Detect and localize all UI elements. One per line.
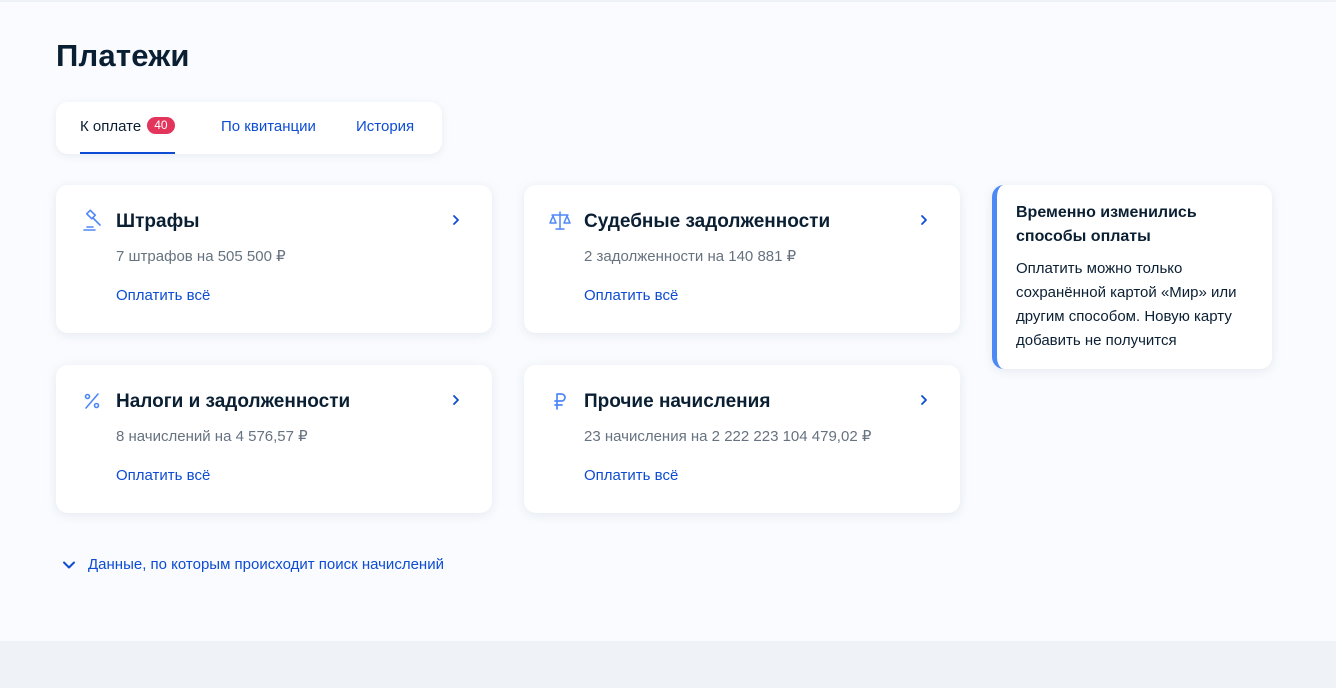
payment-methods-notice: Временно изменились способы оплаты Оплат… xyxy=(992,185,1272,369)
card-summary: 8 начислений на 4 576,57 ₽ xyxy=(116,428,308,445)
chevron-down-icon xyxy=(63,561,75,569)
tab-count-badge: 40 xyxy=(147,117,175,135)
chevron-right-icon xyxy=(453,395,459,405)
tab-history[interactable]: История xyxy=(356,102,414,154)
search-data-label: Данные, по которым происходит поиск начи… xyxy=(88,556,444,573)
chevron-right-icon xyxy=(921,215,927,225)
court-debts-card[interactable]: Судебные задолженности 2 задолженности н… xyxy=(524,185,960,333)
taxes-card[interactable]: Налоги и задолженности 8 начислений на 4… xyxy=(56,365,492,513)
card-summary: 23 начисления на 2 222 223 104 479,02 ₽ xyxy=(584,428,872,445)
fines-card[interactable]: Штрафы 7 штрафов на 505 500 ₽ Оплатить в… xyxy=(56,185,492,333)
pay-all-link[interactable]: Оплатить всё xyxy=(116,287,210,304)
card-summary: 2 задолженности на 140 881 ₽ xyxy=(584,248,797,265)
card-title: Прочие начисления xyxy=(584,391,771,412)
footer-band xyxy=(0,641,1336,688)
other-charges-card[interactable]: Прочие начисления 23 начисления на 2 222… xyxy=(524,365,960,513)
gavel-icon xyxy=(83,209,101,231)
top-divider xyxy=(0,0,1336,2)
card-title: Судебные задолженности xyxy=(584,211,831,232)
notice-title: Временно изменились способы оплаты xyxy=(1016,204,1197,245)
tab-to-pay-label: К оплате xyxy=(80,118,142,135)
scales-icon xyxy=(549,211,571,230)
ruble-icon xyxy=(554,393,566,410)
card-title: Штрафы xyxy=(116,211,200,232)
chevron-right-icon xyxy=(453,215,459,225)
pay-all-link[interactable]: Оплатить всё xyxy=(116,467,210,484)
tab-to-pay[interactable]: К оплате 40 xyxy=(80,102,175,154)
pay-all-link[interactable]: Оплатить всё xyxy=(584,467,678,484)
notice-text: Оплатить можно только сохранённой картой… xyxy=(1016,260,1237,349)
card-summary: 7 штрафов на 505 500 ₽ xyxy=(116,248,286,265)
chevron-right-icon xyxy=(921,395,927,405)
page-title: Платежи xyxy=(56,38,190,73)
payments-tabs: К оплате 40 По квитанции История xyxy=(56,102,442,154)
pay-all-link[interactable]: Оплатить всё xyxy=(584,287,678,304)
percent-icon xyxy=(84,393,100,409)
card-title: Налоги и задолженности xyxy=(116,391,351,412)
tab-by-receipt[interactable]: По квитанции xyxy=(221,102,316,154)
